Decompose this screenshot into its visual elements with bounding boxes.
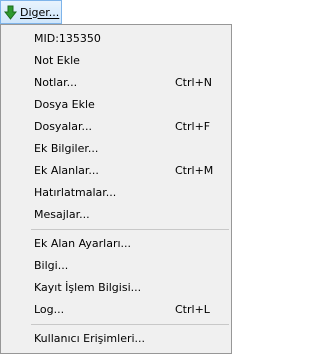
menu-item-label: Hatırlatmalar... [34, 186, 117, 199]
menu-item-shortcut: Ctrl+N [175, 76, 213, 89]
menu-item-label: Dosyalar... [34, 120, 92, 133]
menu-item-label: Bilgi... [34, 259, 69, 272]
menu-item-log[interactable]: Log... Ctrl+L [1, 299, 231, 321]
menu-item-label: Ek Alan Ayarları... [34, 237, 132, 250]
menu-item-not-ekle[interactable]: Not Ekle [1, 50, 231, 72]
menu-item-shortcut: Ctrl+F [175, 120, 211, 133]
menu-item-ek-alanlar[interactable]: Ek Alanlar... Ctrl+M [1, 160, 231, 182]
menu-item-label: Notlar... [34, 76, 78, 89]
diger-button-label: Diger... [20, 5, 60, 19]
menu-group-2: Ek Alan Ayarları... Bilgi... Kayıt İşlem… [1, 233, 231, 321]
menu-item-kayit-islem-bilgisi[interactable]: Kayıt İşlem Bilgisi... [1, 277, 231, 299]
menu-group-1: MID:135350 Not Ekle Notlar... Ctrl+N Dos… [1, 28, 231, 226]
menu-item-dosyalar[interactable]: Dosyalar... Ctrl+F [1, 116, 231, 138]
menu-item-label: Kayıt İşlem Bilgisi... [34, 281, 142, 294]
menu-item-kullanici-erisimleri[interactable]: Kullanıcı Erişimleri... [1, 328, 231, 350]
menu-item-notlar[interactable]: Notlar... Ctrl+N [1, 72, 231, 94]
menu-item-bilgi[interactable]: Bilgi... [1, 255, 231, 277]
menu-item-ek-alan-ayarlari[interactable]: Ek Alan Ayarları... [1, 233, 231, 255]
green-down-arrow-icon [4, 5, 17, 20]
menu-item-label: MID:135350 [34, 32, 101, 45]
menu-item-ek-bilgiler[interactable]: Ek Bilgiler... [1, 138, 231, 160]
menu-item-hatirlatmalar[interactable]: Hatırlatmalar... [1, 182, 231, 204]
menu-item-mesajlar[interactable]: Mesajlar... [1, 204, 231, 226]
menu-item-dosya-ekle[interactable]: Dosya Ekle [1, 94, 231, 116]
menu-group-3: Kullanıcı Erişimleri... [1, 328, 231, 350]
menu-separator [31, 229, 229, 230]
menu-item-label: Kullanıcı Erişimleri... [34, 332, 146, 345]
menu-item-label: Not Ekle [34, 54, 80, 67]
menu-item-mid[interactable]: MID:135350 [1, 28, 231, 50]
menu-item-label: Mesajlar... [34, 208, 90, 221]
menu-item-shortcut: Ctrl+L [175, 303, 210, 316]
menu-item-label: Dosya Ekle [34, 98, 95, 111]
menu-item-label: Log... [34, 303, 65, 316]
menu-separator [31, 324, 229, 325]
menu-item-label: Ek Bilgiler... [34, 142, 99, 155]
diger-dropdown-button[interactable]: Diger... [0, 0, 62, 24]
context-menu: MID:135350 Not Ekle Notlar... Ctrl+N Dos… [0, 24, 232, 354]
menu-item-shortcut: Ctrl+M [175, 164, 214, 177]
menu-item-label: Ek Alanlar... [34, 164, 99, 177]
